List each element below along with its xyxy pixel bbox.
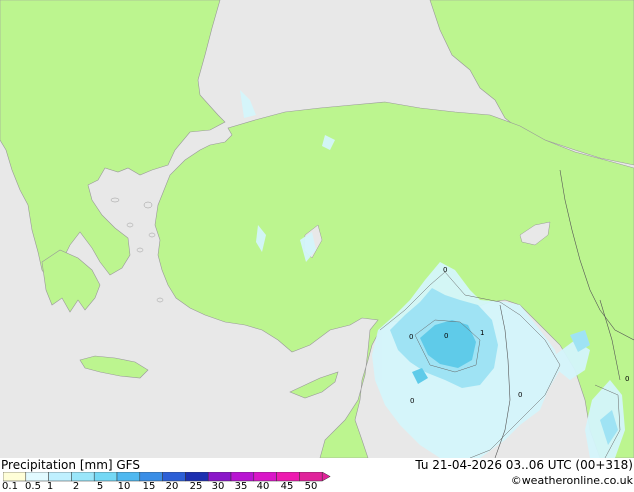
legend-tick-label: 0.1	[2, 481, 18, 492]
legend-tick-label: 1	[46, 481, 54, 492]
contour-label: 0	[410, 397, 414, 405]
legend-swatch	[93, 472, 118, 482]
chart-title: Precipitation [mm] GFS	[1, 458, 140, 472]
legend-tick-label: 20	[165, 481, 179, 492]
legend-tick-label: 0.5	[25, 481, 41, 492]
contour-label: 0	[409, 333, 413, 341]
legend-tick-label: 10	[117, 481, 131, 492]
credit-link[interactable]: ©weatheronline.co.uk	[511, 474, 633, 487]
legend-tick-label: 5	[96, 481, 104, 492]
contour-label: 0	[443, 266, 447, 274]
legend-swatch	[139, 472, 163, 482]
legend-swatch	[116, 472, 141, 482]
legend-swatch	[3, 472, 27, 482]
legend-swatch	[299, 472, 323, 482]
legend-tick-label: 35	[234, 481, 248, 492]
contour-label: 0	[444, 332, 448, 340]
legend-swatch	[253, 472, 277, 482]
legend-swatch	[207, 472, 232, 482]
map-svg: 0 0 1 0 0 0 0	[0, 0, 634, 458]
legend-tick-label: 25	[189, 481, 203, 492]
legend-tick-label: 50	[304, 481, 318, 492]
legend-tick-label: 2	[72, 481, 80, 492]
legend-tick-label: 45	[280, 481, 294, 492]
legend-tick-label: 15	[142, 481, 156, 492]
legend-swatch	[185, 472, 209, 482]
precipitation-map[interactable]: 0 0 1 0 0 0 0	[0, 0, 634, 458]
legend-swatch	[71, 472, 95, 482]
legend-arrow	[321, 472, 331, 482]
legend-tick-label: 40	[256, 481, 270, 492]
legend-tick-label: 30	[211, 481, 225, 492]
contour-label: 0	[518, 391, 522, 399]
legend-swatch	[25, 472, 49, 482]
legend-swatch	[230, 472, 255, 482]
contour-label: 0	[625, 375, 629, 383]
datetime-label: Tu 21-04-2026 03..06 UTC (00+318)	[415, 458, 633, 472]
legend-swatch	[276, 472, 300, 482]
legend-swatch	[48, 472, 72, 482]
legend-swatch	[162, 472, 186, 482]
contour-label: 1	[480, 329, 484, 337]
